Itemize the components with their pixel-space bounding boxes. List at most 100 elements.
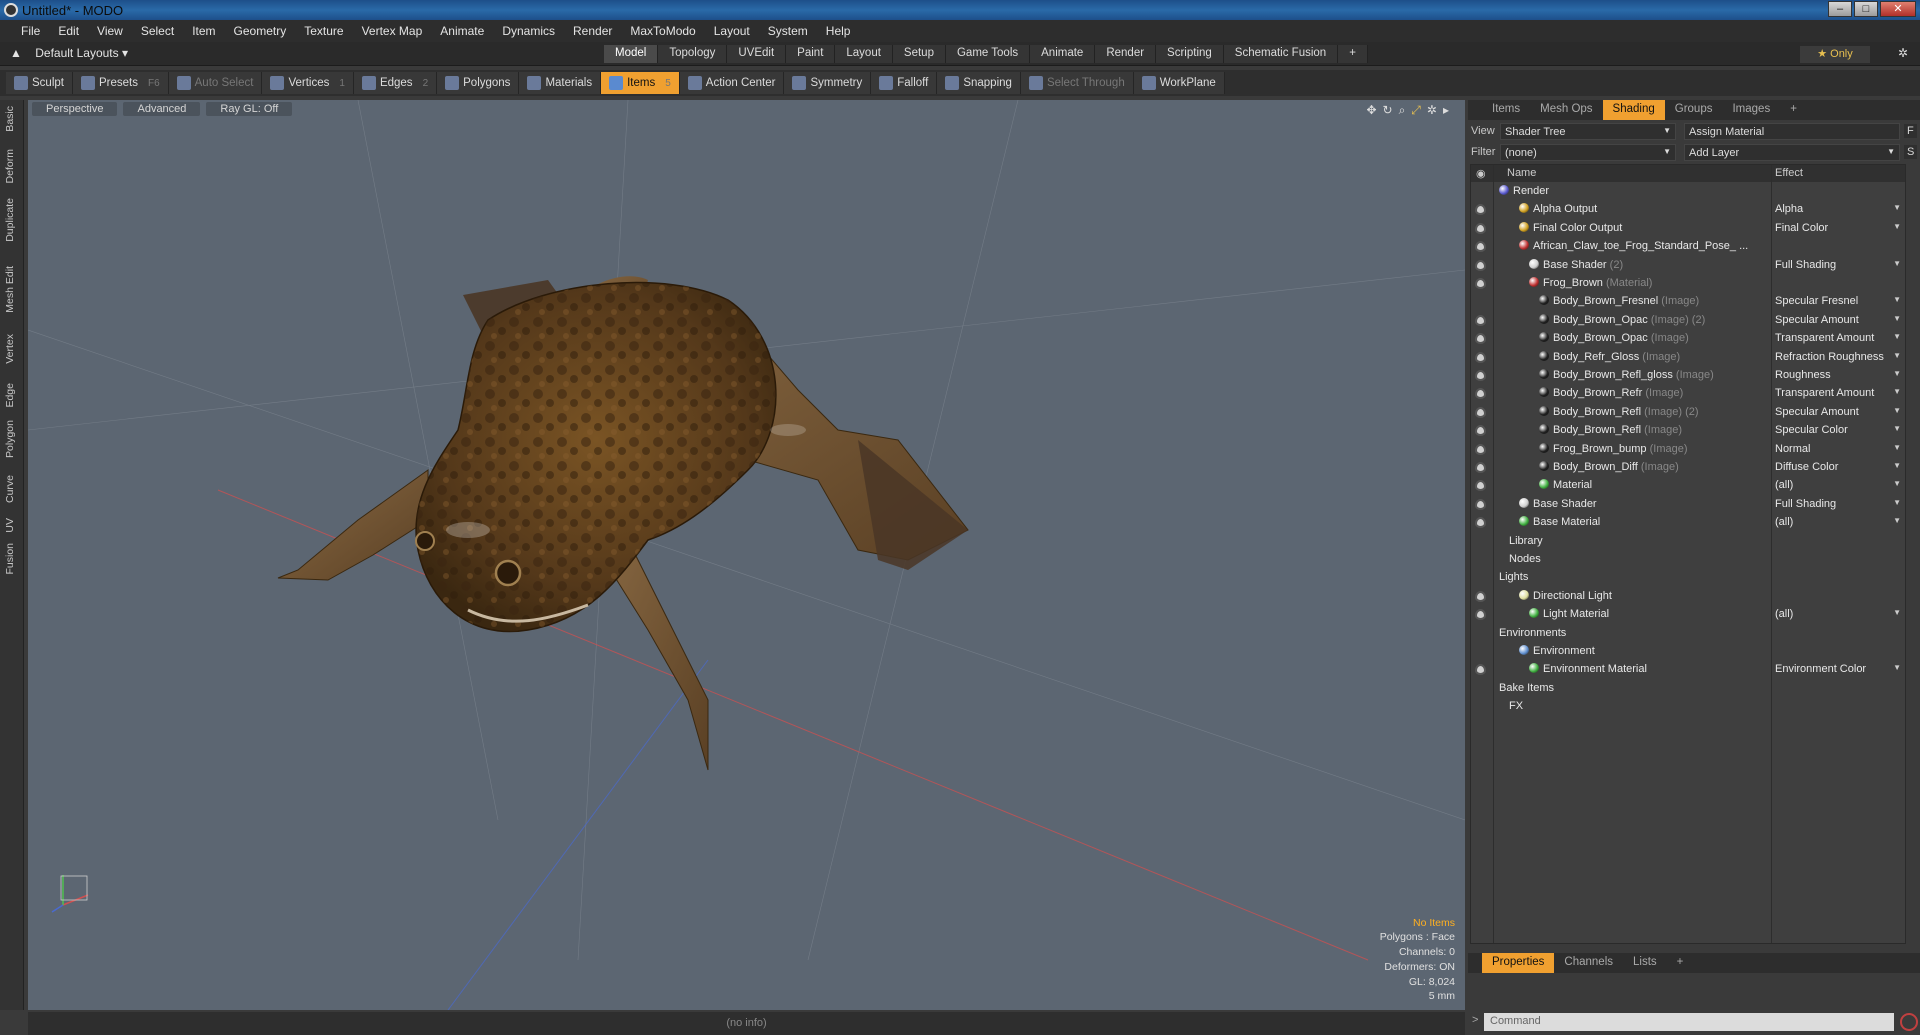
- panel-tab-groups[interactable]: Groups: [1665, 100, 1723, 120]
- effect-value[interactable]: Refraction Roughness: [1775, 351, 1884, 363]
- s-button[interactable]: S: [1904, 145, 1918, 159]
- side-tab-mesh-edit[interactable]: Mesh Edit: [4, 266, 16, 313]
- effect-dropdown-icon[interactable]: ▼: [1893, 369, 1901, 378]
- workplane-button[interactable]: WorkPlane: [1133, 72, 1225, 94]
- minimize-button[interactable]: –: [1828, 1, 1852, 17]
- effect-dropdown-icon[interactable]: ▼: [1893, 608, 1901, 617]
- side-tab-uv[interactable]: UV: [4, 518, 16, 533]
- menu-dynamics[interactable]: Dynamics: [493, 24, 564, 38]
- visibility-eye-icon[interactable]: [1475, 333, 1486, 345]
- tree-row[interactable]: Frog_Brown (Material): [1471, 275, 1905, 293]
- tree-row[interactable]: Base Material (all) ▼: [1471, 514, 1905, 532]
- default-layouts-dropdown[interactable]: ▲ Default Layouts ▾: [10, 46, 128, 60]
- visibility-eye-icon[interactable]: [1475, 388, 1486, 400]
- tree-row[interactable]: Render: [1471, 183, 1905, 201]
- gear-icon[interactable]: ✲: [1898, 46, 1908, 60]
- tree-row[interactable]: Directional Light: [1471, 588, 1905, 606]
- effect-value[interactable]: Roughness: [1775, 369, 1831, 381]
- effect-value[interactable]: Final Color: [1775, 222, 1828, 234]
- panel-tab-add[interactable]: +: [1780, 100, 1807, 120]
- effect-value[interactable]: (all): [1775, 516, 1793, 528]
- action-center-button[interactable]: Action Center: [679, 72, 785, 94]
- fit-icon[interactable]: ⤢: [1411, 103, 1421, 118]
- tab-render[interactable]: Render: [1095, 45, 1157, 63]
- effect-value[interactable]: Alpha: [1775, 203, 1803, 215]
- zoom-icon[interactable]: ⌕: [1399, 103, 1406, 118]
- bottom-tab-add[interactable]: +: [1667, 953, 1694, 973]
- vertices-button[interactable]: Vertices 1: [262, 72, 354, 94]
- menu-geometry[interactable]: Geometry: [225, 24, 296, 38]
- only-toggle-button[interactable]: ★ Only: [1800, 46, 1870, 63]
- side-tab-polygon[interactable]: Polygon: [4, 420, 16, 458]
- tab-scripting[interactable]: Scripting: [1156, 45, 1224, 63]
- falloff-button[interactable]: Falloff: [871, 72, 938, 94]
- effect-value[interactable]: Diffuse Color: [1775, 461, 1838, 473]
- visibility-eye-icon[interactable]: [1475, 241, 1486, 253]
- effect-dropdown-icon[interactable]: ▼: [1893, 351, 1901, 360]
- tree-row[interactable]: Body_Brown_Opac (Image) (2) Specular Amou…: [1471, 312, 1905, 330]
- side-tab-fusion[interactable]: Fusion: [4, 543, 16, 575]
- bottom-tab-lists[interactable]: Lists: [1623, 953, 1667, 973]
- side-tab-deform[interactable]: Deform: [4, 149, 16, 183]
- effect-dropdown-icon[interactable]: ▼: [1893, 479, 1901, 488]
- visibility-eye-icon[interactable]: [1475, 314, 1486, 326]
- tree-row[interactable]: Alpha Output Alpha ▼: [1471, 201, 1905, 219]
- effect-value[interactable]: Specular Fresnel: [1775, 295, 1858, 307]
- tab-layout[interactable]: Layout: [835, 45, 893, 63]
- materials-button[interactable]: Materials: [519, 72, 602, 94]
- items-button[interactable]: Items 5: [601, 72, 680, 94]
- menu-system[interactable]: System: [759, 24, 817, 38]
- filter-dropdown[interactable]: (none) ▼: [1500, 144, 1676, 161]
- effect-dropdown-icon[interactable]: ▼: [1893, 663, 1901, 672]
- tab-schematic-fusion[interactable]: Schematic Fusion: [1223, 45, 1339, 63]
- menu-item[interactable]: Item: [183, 24, 224, 38]
- viewport-gear-icon[interactable]: ✲: [1427, 103, 1437, 118]
- symmetry-button[interactable]: Symmetry: [784, 72, 872, 94]
- tree-row[interactable]: Library: [1471, 533, 1905, 551]
- tree-row[interactable]: Body_Brown_Refl (Image) (2) Specular Amou…: [1471, 404, 1905, 422]
- effect-dropdown-icon[interactable]: ▼: [1893, 443, 1901, 452]
- viewport-menu-arrow-icon[interactable]: ▸: [1443, 103, 1449, 118]
- effect-value[interactable]: Normal: [1775, 443, 1810, 455]
- effect-dropdown-icon[interactable]: ▼: [1893, 516, 1901, 525]
- record-macro-icon[interactable]: [1900, 1013, 1918, 1031]
- viewport-header-perspective[interactable]: Perspective: [32, 102, 118, 116]
- side-tab-basic[interactable]: Basic: [4, 106, 16, 132]
- tab-model[interactable]: Model: [604, 45, 659, 63]
- effect-value[interactable]: Environment Color: [1775, 663, 1866, 675]
- visibility-eye-icon[interactable]: [1475, 480, 1486, 492]
- polygons-button[interactable]: Polygons: [437, 72, 520, 94]
- effect-dropdown-icon[interactable]: ▼: [1893, 387, 1901, 396]
- layout-toggle-icon[interactable]: ▲: [10, 46, 22, 60]
- visibility-eye-icon[interactable]: [1475, 425, 1486, 437]
- menu-edit[interactable]: Edit: [49, 24, 88, 38]
- pan-icon[interactable]: ✥: [1366, 103, 1376, 118]
- tab-paint[interactable]: Paint: [786, 45, 836, 63]
- tree-row[interactable]: Lights: [1471, 569, 1905, 587]
- tree-row[interactable]: Body_Brown_Refr (Image) Transparent Amoun…: [1471, 385, 1905, 403]
- menu-maxtomodo[interactable]: MaxToModo: [621, 24, 704, 38]
- effect-dropdown-icon[interactable]: ▼: [1893, 259, 1901, 268]
- visibility-eye-icon[interactable]: [1475, 370, 1486, 381]
- menu-vertex-map[interactable]: Vertex Map: [353, 24, 432, 38]
- tree-row[interactable]: Body_Brown_Opac (Image) Transparent Amoun…: [1471, 330, 1905, 348]
- viewport-header-ray-gl-off[interactable]: Ray GL: Off: [206, 102, 293, 116]
- visibility-eye-icon[interactable]: [1475, 664, 1486, 676]
- menu-layout[interactable]: Layout: [705, 24, 759, 38]
- name-column-header[interactable]: Name: [1507, 167, 1536, 179]
- viewport-header-advanced[interactable]: Advanced: [123, 102, 201, 116]
- panel-tab-items[interactable]: Items: [1482, 100, 1530, 120]
- tab-[interactable]: +: [1338, 45, 1368, 63]
- side-tab-curve[interactable]: Curve: [4, 475, 16, 503]
- tree-row[interactable]: Bake Items: [1471, 680, 1905, 698]
- tree-row[interactable]: African_Claw_toe_Frog_Standard_Pose_ ...: [1471, 238, 1905, 256]
- effect-value[interactable]: Specular Color: [1775, 424, 1848, 436]
- effect-value[interactable]: Transparent Amount: [1775, 387, 1874, 399]
- effect-column-header[interactable]: Effect: [1775, 167, 1803, 179]
- menu-help[interactable]: Help: [817, 24, 860, 38]
- tree-row[interactable]: Base Shader (2) Full Shading ▼: [1471, 257, 1905, 275]
- menu-render[interactable]: Render: [564, 24, 621, 38]
- panel-tab-mesh-ops[interactable]: Mesh Ops: [1530, 100, 1602, 120]
- menu-texture[interactable]: Texture: [295, 24, 352, 38]
- bottom-tab-channels[interactable]: Channels: [1554, 953, 1623, 973]
